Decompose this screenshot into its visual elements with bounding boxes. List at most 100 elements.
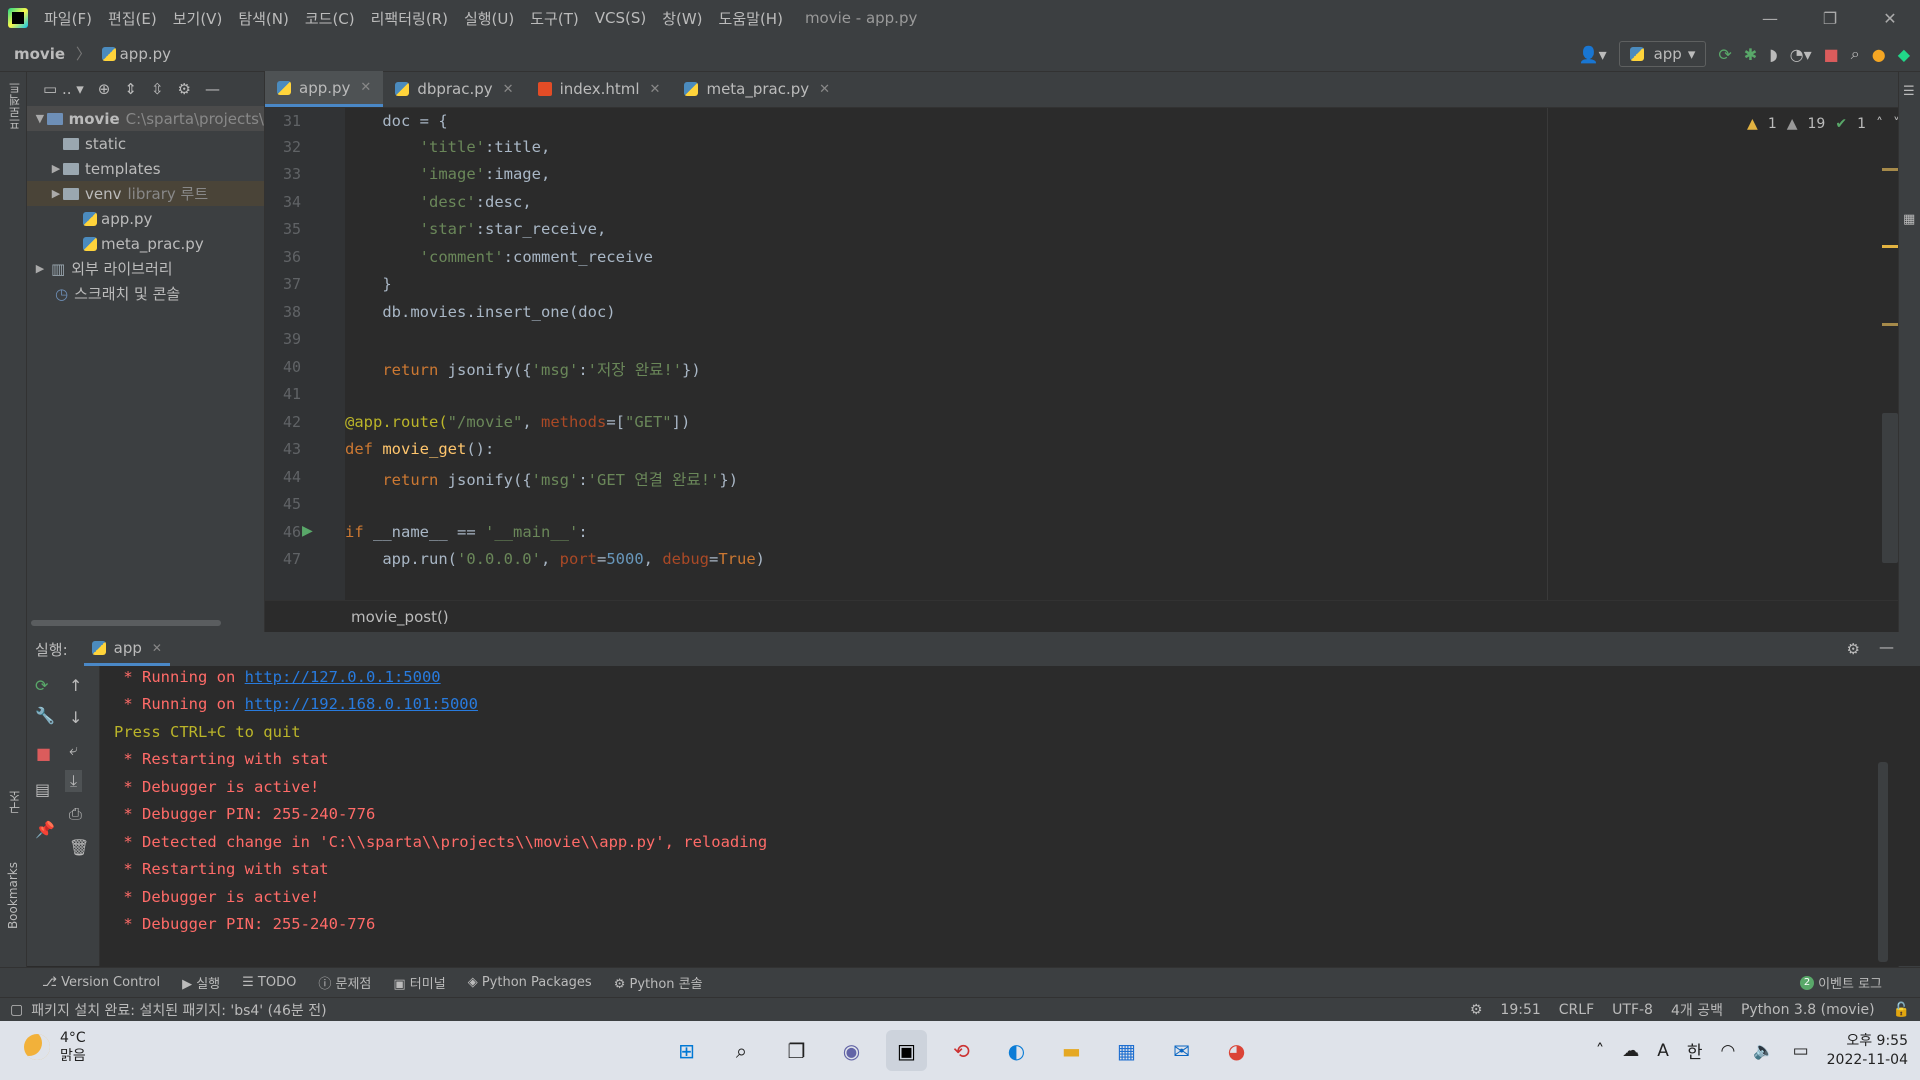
wifi-icon[interactable]: ◠ bbox=[1721, 1041, 1736, 1061]
menu-code[interactable]: 코드(C) bbox=[297, 8, 363, 29]
close-icon[interactable]: ✕ bbox=[503, 82, 514, 97]
stop-icon[interactable]: ■ bbox=[36, 744, 51, 763]
menu-help[interactable]: 도움말(H) bbox=[711, 8, 791, 29]
error-stripe-mark[interactable] bbox=[1882, 323, 1898, 326]
chevron-up-icon[interactable]: ˄ bbox=[1876, 116, 1883, 132]
tab-app-py[interactable]: app.py ✕ bbox=[265, 71, 384, 107]
tool-run[interactable]: ▶ 실행 bbox=[182, 973, 220, 992]
menu-navigate[interactable]: 탐색(N) bbox=[230, 8, 297, 29]
tree-item-scratches[interactable]: ◷ 스크래치 및 콘솔 bbox=[27, 281, 264, 306]
user-icon[interactable]: 👤▾ bbox=[1579, 45, 1607, 64]
file-explorer-icon[interactable]: ▬ bbox=[1051, 1030, 1092, 1071]
coverage-icon[interactable]: ◗ bbox=[1769, 45, 1777, 64]
sync-app-icon[interactable]: ⟲ bbox=[941, 1030, 982, 1071]
database-icon[interactable]: ☰ bbox=[1903, 84, 1915, 99]
event-log-button[interactable]: 2 이벤트 로그 bbox=[1800, 973, 1882, 992]
tree-item-meta-prac[interactable]: meta_prac.py bbox=[27, 231, 264, 256]
scroll-to-end-icon[interactable]: ⤓ bbox=[65, 770, 83, 792]
project-view-icon[interactable]: ▭ .. ▾ bbox=[43, 80, 84, 98]
tree-item-static[interactable]: static bbox=[27, 131, 264, 156]
menu-file[interactable]: 파일(F) bbox=[36, 8, 100, 29]
sciview-icon[interactable]: ▦ bbox=[1903, 212, 1915, 227]
run-gutter-icon[interactable]: ▶ bbox=[302, 523, 313, 539]
windows-start-icon[interactable]: ⊞ bbox=[666, 1030, 707, 1071]
status-message[interactable]: 패키지 설치 완료: 설치된 패키지: 'bs4' (46분 전) bbox=[31, 1000, 326, 1020]
update-icon[interactable]: ● bbox=[1872, 45, 1886, 64]
tab-meta-prac-py[interactable]: meta_prac.py ✕ bbox=[672, 71, 842, 107]
menu-refactor[interactable]: 리팩터링(R) bbox=[363, 8, 456, 29]
search-icon[interactable]: ⌕ bbox=[721, 1030, 762, 1071]
horizontal-scrollbar[interactable] bbox=[31, 620, 221, 626]
close-icon[interactable]: ✕ bbox=[819, 82, 830, 97]
run-console[interactable]: * Running on http://127.0.0.1:5000 * Run… bbox=[100, 666, 1920, 966]
restore-icon[interactable]: ❐ bbox=[1800, 0, 1860, 36]
weather-widget[interactable]: 4°C 맑음 bbox=[24, 1029, 86, 1065]
debug-icon[interactable]: ✱ bbox=[1744, 45, 1757, 64]
minimize-icon[interactable]: — bbox=[1740, 0, 1800, 36]
edge-browser-icon[interactable]: ◐ bbox=[996, 1030, 1037, 1071]
layout-icon[interactable]: ▤ bbox=[35, 780, 50, 799]
caret-position[interactable]: 19:51 bbox=[1500, 1002, 1540, 1018]
print-icon[interactable]: ⎙ bbox=[69, 804, 82, 824]
tree-item-venv[interactable]: ▶ venv library 루트 bbox=[27, 181, 264, 206]
search-icon[interactable]: ⌕ bbox=[1851, 44, 1860, 64]
clock[interactable]: 오후 9:55 2022-11-04 bbox=[1827, 1032, 1908, 1070]
bookmarks-tool-button[interactable]: Bookmarks bbox=[6, 862, 20, 929]
wrench-icon[interactable]: 🔧 bbox=[35, 706, 55, 725]
close-icon[interactable]: ✕ bbox=[360, 80, 371, 95]
volume-icon[interactable]: 🔈 bbox=[1753, 1041, 1774, 1061]
tab-dbprac-py[interactable]: dbprac.py ✕ bbox=[383, 71, 525, 107]
error-stripe-mark[interactable] bbox=[1882, 245, 1898, 248]
close-icon[interactable]: ✕ bbox=[1860, 0, 1920, 36]
breadcrumb-function[interactable]: movie_post() bbox=[351, 608, 449, 626]
inspection-widget[interactable]: ▲ 1 ▲ 19 ✔ 1 ˄ ˅ bbox=[1747, 116, 1900, 132]
close-icon[interactable]: ✕ bbox=[152, 641, 162, 655]
vertical-scrollbar[interactable] bbox=[1882, 413, 1898, 563]
font-icon[interactable]: A bbox=[1657, 1041, 1669, 1061]
pin-icon[interactable]: 📌 bbox=[35, 820, 55, 839]
chevron-up-icon[interactable]: ˄ bbox=[1596, 1041, 1605, 1061]
code-editor[interactable]: 31 32 33 34 35 36 37 38 39 40 41 42 43 4… bbox=[265, 108, 1920, 600]
arrow-up-icon[interactable]: ↑ bbox=[69, 676, 82, 695]
run-tab-app[interactable]: app ✕ bbox=[83, 632, 170, 666]
tool-version-control[interactable]: ⎇ Version Control bbox=[42, 975, 160, 990]
console-link[interactable]: http://127.0.0.1:5000 bbox=[245, 668, 441, 686]
python-interpreter[interactable]: Python 3.8 (movie) bbox=[1741, 1002, 1875, 1018]
soft-wrap-icon[interactable]: ⤶ bbox=[69, 740, 78, 760]
breadcrumb-file[interactable]: app.py bbox=[120, 45, 171, 63]
sync-icon[interactable]: ⚙ bbox=[1470, 1002, 1483, 1018]
tool-python-packages[interactable]: ◈ Python Packages bbox=[468, 975, 592, 990]
menu-view[interactable]: 보기(V) bbox=[165, 8, 231, 29]
rerun-icon[interactable]: ⟳ bbox=[1718, 45, 1731, 64]
project-tool-button[interactable]: 프로젝트 bbox=[6, 82, 23, 130]
chrome-browser-icon[interactable]: ◕ bbox=[1216, 1030, 1257, 1071]
menu-window[interactable]: 창(W) bbox=[654, 8, 710, 29]
gear-icon[interactable]: ⚙ bbox=[178, 80, 191, 98]
hide-icon[interactable]: — bbox=[1879, 638, 1894, 656]
indent-setting[interactable]: 4개 공백 bbox=[1671, 1000, 1723, 1020]
locate-icon[interactable]: ⊕ bbox=[98, 80, 111, 98]
store-icon[interactable]: ▦ bbox=[1106, 1030, 1147, 1071]
tree-item-app-py[interactable]: app.py bbox=[27, 206, 264, 231]
gear-icon[interactable]: ⚙ bbox=[1847, 640, 1860, 658]
error-stripe-mark[interactable] bbox=[1882, 168, 1898, 171]
collapse-all-icon[interactable]: ⇳ bbox=[151, 80, 164, 98]
pycharm-taskbar-icon[interactable]: ▣ bbox=[886, 1030, 927, 1071]
console-scrollbar[interactable] bbox=[1878, 762, 1888, 962]
structure-tool-button[interactable]: 구조 bbox=[6, 790, 23, 814]
profile-icon[interactable]: ◔▾ bbox=[1790, 45, 1812, 64]
line-separator[interactable]: CRLF bbox=[1559, 1002, 1594, 1018]
panel-toggle-icon[interactable]: ▢ bbox=[10, 1002, 23, 1018]
expand-all-icon[interactable]: ⇕ bbox=[124, 80, 137, 98]
arrow-down-icon[interactable]: ↓ bbox=[69, 708, 82, 727]
close-icon[interactable]: ✕ bbox=[650, 82, 661, 97]
menu-edit[interactable]: 편집(E) bbox=[100, 8, 165, 29]
tool-python-console[interactable]: ⚙ Python 콘솔 bbox=[614, 973, 703, 992]
file-encoding[interactable]: UTF-8 bbox=[1612, 1002, 1653, 1018]
tree-item-movie[interactable]: ▼ movie C:\sparta\projects\ bbox=[27, 106, 264, 131]
battery-icon[interactable]: ▭ bbox=[1793, 1041, 1809, 1061]
trash-icon[interactable]: 🗑 bbox=[69, 838, 89, 857]
mail-icon[interactable]: ✉ bbox=[1161, 1030, 1202, 1071]
tab-index-html[interactable]: index.html ✕ bbox=[526, 71, 673, 107]
hide-icon[interactable]: — bbox=[205, 80, 220, 98]
